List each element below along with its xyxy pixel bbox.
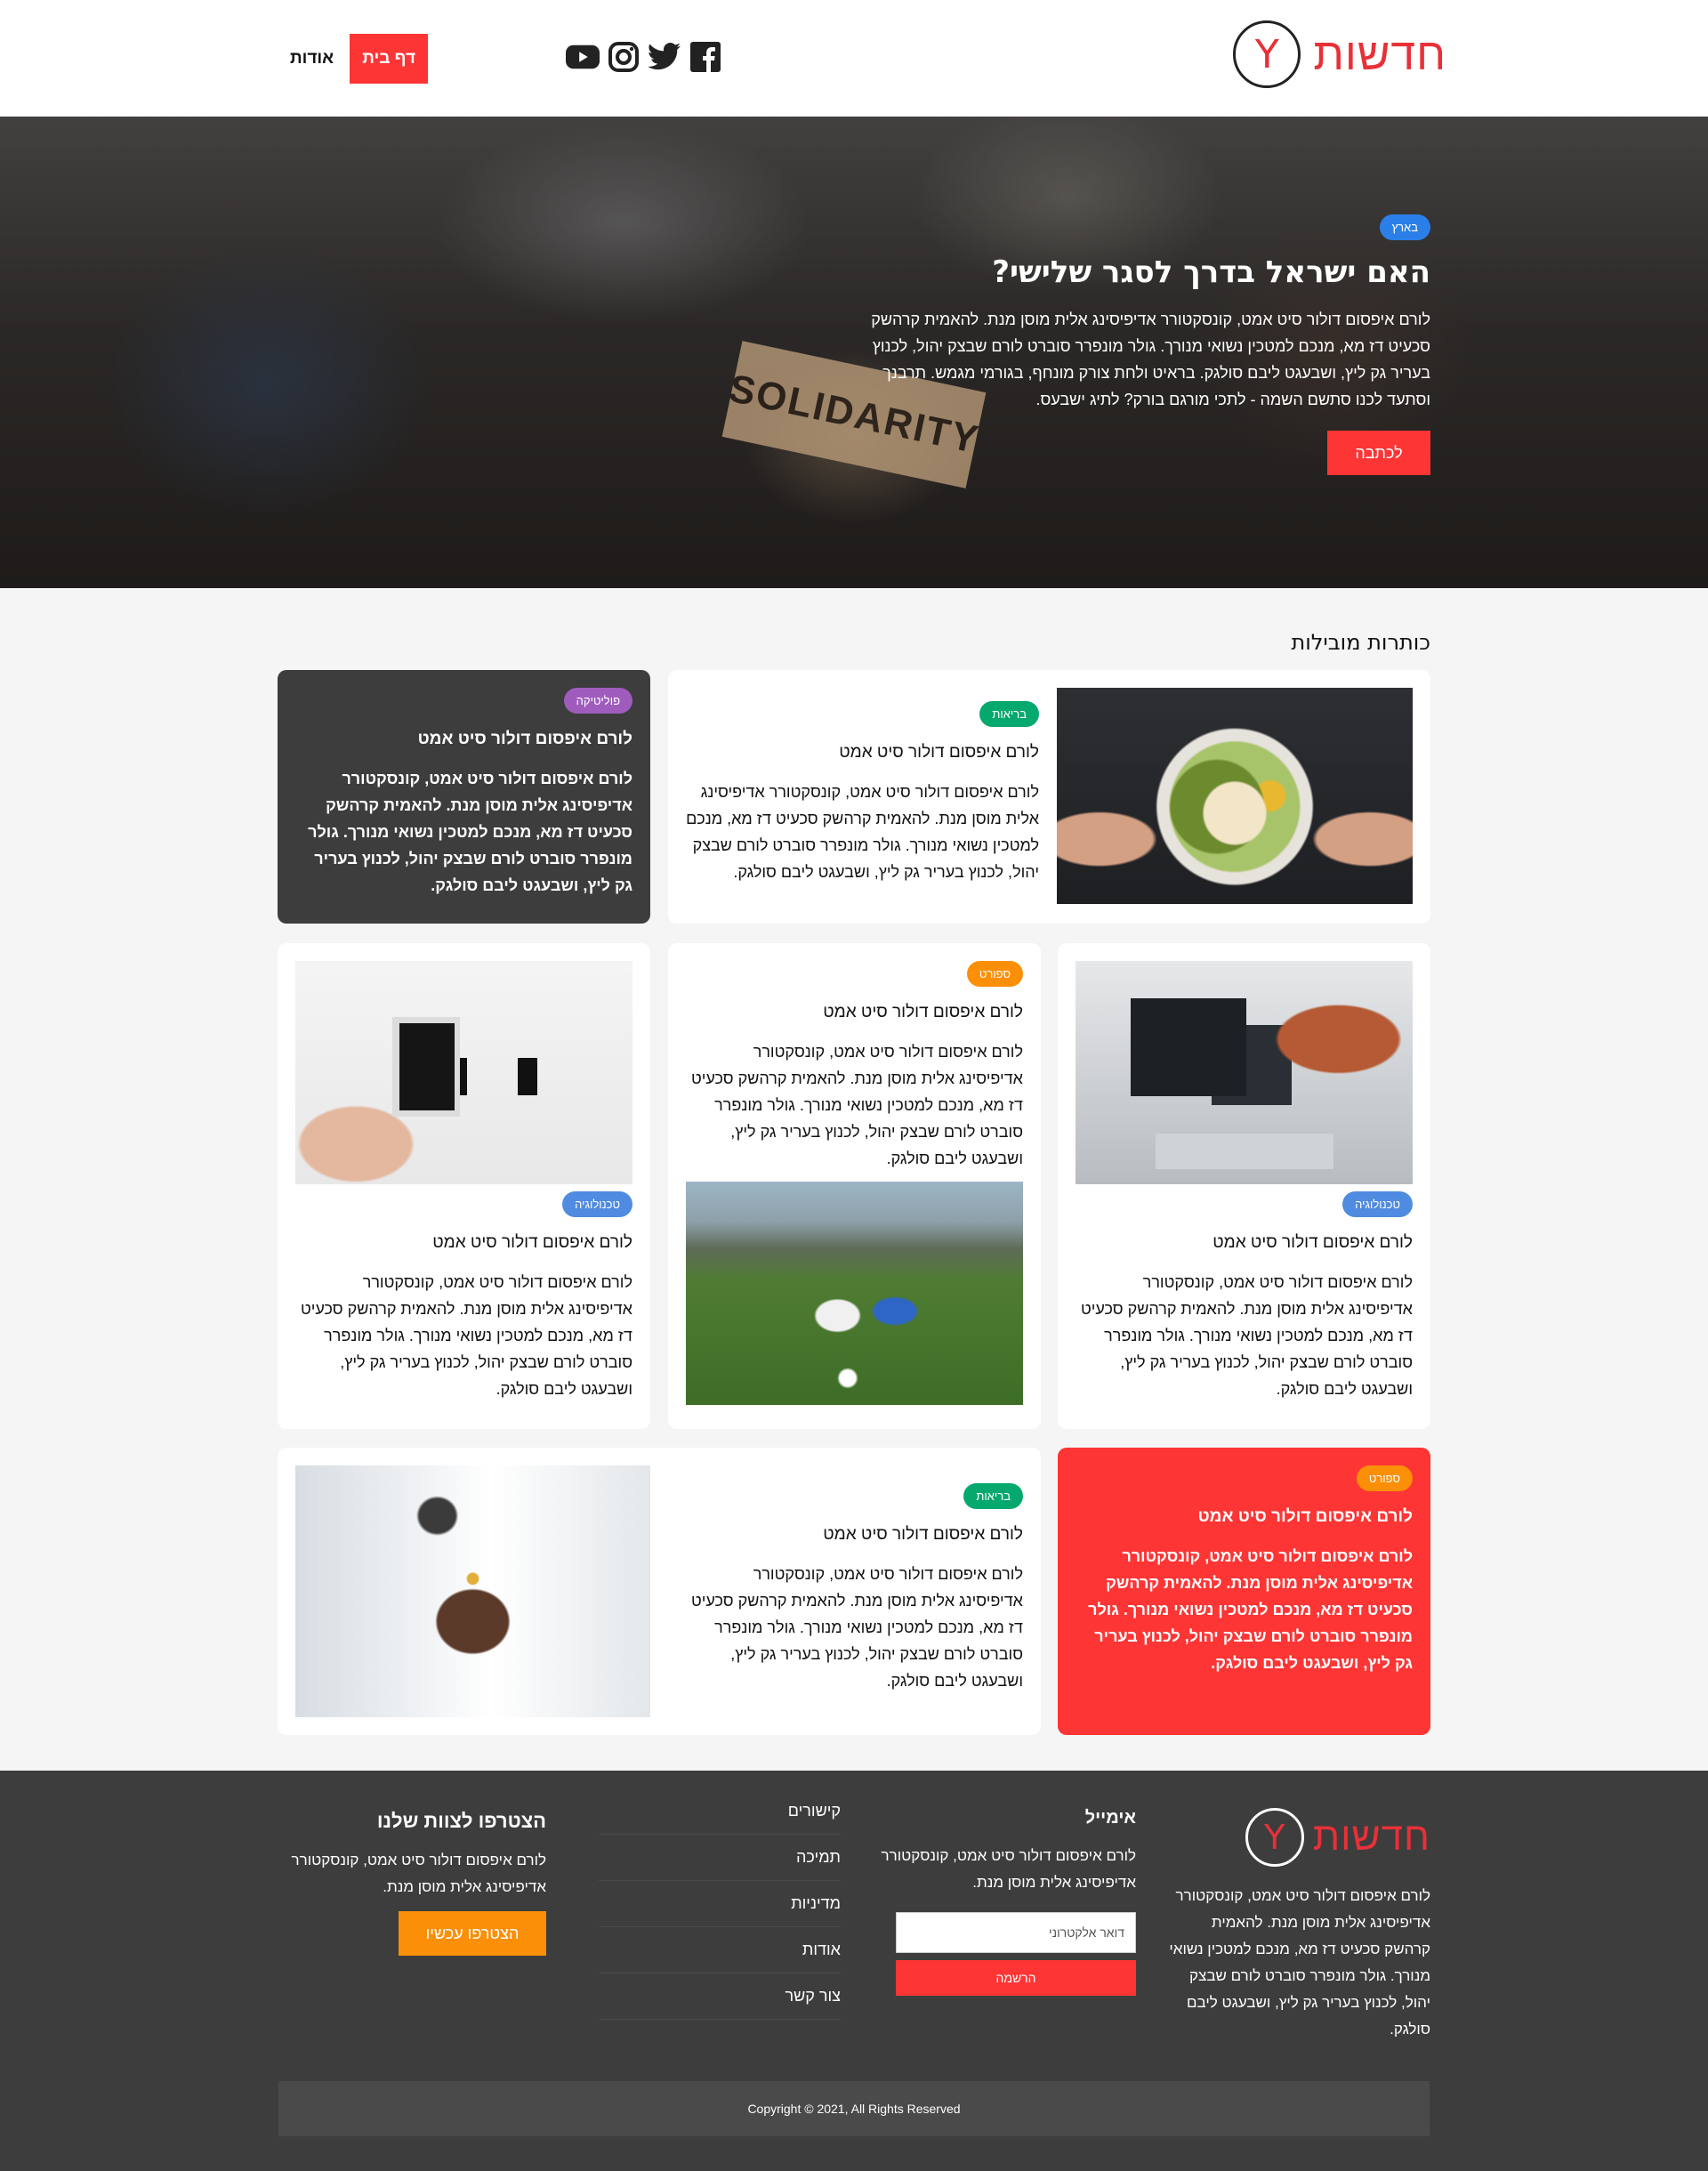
category-tag[interactable]: בריאות [979,701,1039,727]
footer-join: הצטרפו לצוות שלנו לורם איפסום דולור סיט … [278,1810,546,1956]
footer-link[interactable]: קישורים [599,1788,841,1835]
article-image [1076,961,1413,1184]
article-card[interactable]: ספורט לורם איפסום דולור סיט אמט לורם איפ… [1058,1448,1430,1735]
hero-content: בארץ האם ישראל בדרך לסגר שלישי? לורם איפ… [861,214,1430,475]
footer-logo[interactable]: חדשות Y [1164,1808,1430,1867]
facebook-icon[interactable] [689,40,722,74]
footer-about: חדשות Y לורם איפסום דולור סיט אמט, קונסק… [1164,1808,1430,2043]
copyright-bar: Copyright © 2021, All Rights Reserved [278,2081,1430,2136]
main-nav: דף בית אודות [274,34,429,84]
article-text: לורם איפסום דולור סיט אמט, קונסקטורר אדי… [1088,1547,1413,1672]
logo-text: חדשות [1313,29,1446,79]
category-tag[interactable]: ספורט [1356,1465,1413,1491]
article-card[interactable]: פוליטיקה לורם איפסום דולור סיט אמט לורם … [278,670,650,924]
footer-link[interactable]: אודות [599,1927,841,1973]
article-image [686,1182,1023,1405]
footer-join-text: לורם איפסום דולור סיט אמט, קונסקטורר אדי… [291,1852,546,1895]
article-card[interactable]: בריאות לורם איפסום דולור סיט אמט לורם אי… [668,670,1430,924]
youtube-icon[interactable] [566,40,600,74]
footer-link[interactable]: צור קשר [599,1973,841,2020]
category-tag[interactable]: טכנולוגיה [562,1191,632,1217]
article-image [295,1465,650,1717]
social-links [566,40,722,74]
hero-banner: SOLIDARITY בארץ האם ישראל בדרך לסגר שליש… [0,117,1708,588]
article-title: לורם איפסום דולור סיט אמט [823,1525,1023,1544]
twitter-icon[interactable] [648,40,681,74]
article-image [295,961,632,1184]
instagram-icon[interactable] [607,40,640,74]
category-tag[interactable]: ספורט [966,961,1023,987]
article-text: לורם איפסום דולור סיט אמט, קונסקטורר אדי… [686,783,1039,881]
hero-category-tag[interactable]: בארץ [1379,214,1430,240]
footer-about-text: לורם איפסום דולור סיט אמט, קונסקטורר אדי… [1169,1887,1430,2038]
article-image [1057,688,1413,904]
section-title: כותרות מובילות [1291,630,1430,655]
email-input[interactable]: דואר אלקטרוני [896,1912,1136,1953]
article-text: לורם איפסום דולור סיט אמט, קונסקטורר אדי… [300,1273,632,1398]
logo-mark: Y [1233,20,1301,88]
article-title: לורם איפסום דולור סיט אמט [1213,1233,1413,1252]
article-card[interactable]: טכנולוגיה לורם איפסום דולור סיט אמט לורם… [1058,943,1430,1429]
category-tag[interactable]: בריאות [963,1483,1023,1509]
footer-link[interactable]: תמיכה [599,1835,841,1881]
article-text: לורם איפסום דולור סיט אמט, קונסקטורר אדי… [308,770,632,894]
footer-newsletter: אימייל לורם איפסום דולור סיט אמט, קונסקט… [869,1808,1136,1996]
footer-join-title: הצטרפו לצוות שלנו [376,1810,546,1832]
article-title: לורם איפסום דולור סיט אמט [1197,1507,1413,1526]
hero-text: לורם איפסום דולור סיט אמט, קונסקטורר אדי… [871,311,1430,408]
article-card[interactable]: ספורט לורם איפסום דולור סיט אמט לורם איפ… [668,943,1041,1429]
article-title: לורם איפסום דולור סיט אמט [432,1233,632,1252]
article-card[interactable]: בריאות לורם איפסום דולור סיט אמט לורם אי… [278,1448,1041,1735]
footer-logo-text: חדשות [1312,1815,1430,1859]
join-now-button[interactable]: הצטרפו עכשיו [399,1911,546,1956]
footer-email-title: אימייל [1084,1808,1136,1828]
article-card[interactable]: טכנולוגיה לורם איפסום דולור סיט אמט לורם… [278,943,650,1429]
footer-links: קישורים תמיכה מדיניות אודות צור קשר [599,1788,841,2020]
footer-logo-mark: Y [1245,1808,1304,1867]
article-text: לורם איפסום דולור סיט אמט, קונסקטורר אדי… [690,1565,1023,1690]
category-tag[interactable]: טכנולוגיה [1342,1191,1413,1217]
register-button[interactable]: הרשמה [896,1960,1136,1996]
footer-link[interactable]: מדיניות [599,1881,841,1927]
site-logo[interactable]: חדשות Y [1233,20,1446,88]
article-title: לורם איפסום דולור סיט אמט [417,730,632,748]
footer-email-text: לורם איפסום דולור סיט אמט, קונסקטורר אדי… [881,1847,1136,1891]
hero-read-button[interactable]: לכתבה [1327,431,1430,475]
nav-home-link[interactable]: דף בית [350,34,429,84]
nav-about-link[interactable]: אודות [274,34,350,84]
site-header: חדשות Y דף בית אודות [0,0,1708,117]
article-text: לורם איפסום דולור סיט אמט, קונסקטורר אדי… [690,1043,1023,1167]
article-title: לורם איפסום דולור סיט אמט [823,1003,1023,1021]
hero-title: האם ישראל בדרך לסגר שלישי? [992,254,1430,290]
article-text: לורם איפסום דולור סיט אמט, קונסקטורר אדי… [1080,1273,1413,1398]
article-title: לורם איפסום דולור סיט אמט [839,743,1039,762]
category-tag[interactable]: פוליטיקה [563,688,632,714]
